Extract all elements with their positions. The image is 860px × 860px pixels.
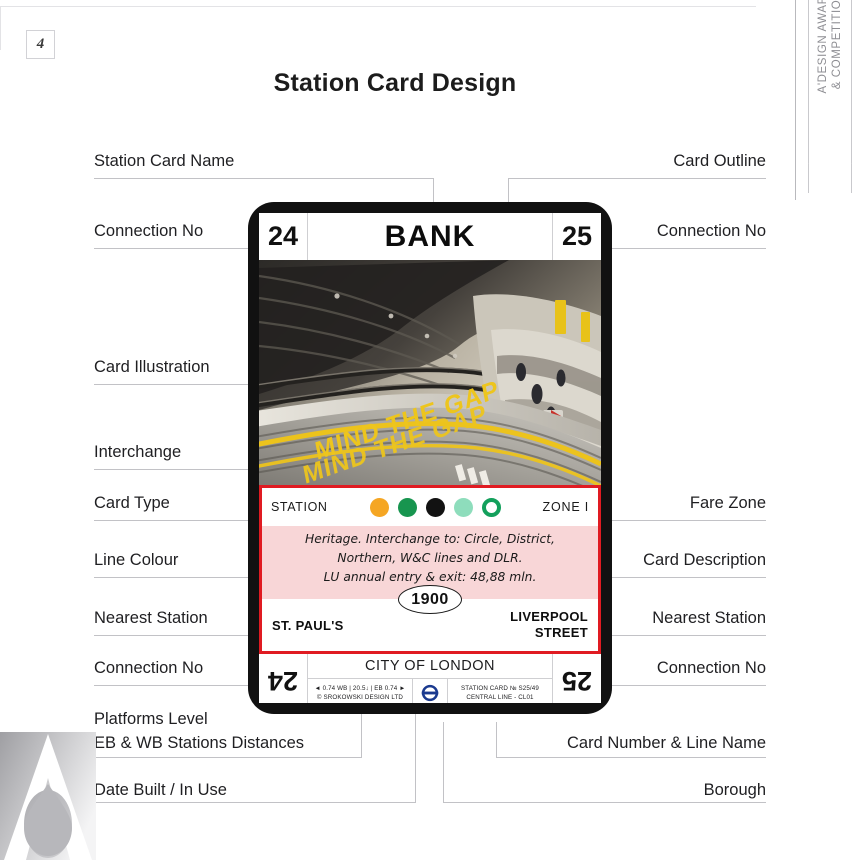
circle-line-dot	[369, 497, 389, 517]
waterloo-city-line-dot	[453, 497, 473, 517]
station-card[interactable]: 24 BANK 25 MIND THE GAP MIND THE GAP STA…	[248, 202, 612, 714]
annotation-connection-no-top-left: Connection No	[94, 222, 204, 240]
leader-eb-wb-distances	[94, 757, 362, 758]
annotation-fare-zone: Fare Zone	[689, 494, 766, 512]
card-number-line-cell: STATION CARD № S25/49 CENTRAL LINE - CL0…	[448, 684, 552, 702]
leader-connection-no-top-left	[94, 248, 270, 249]
annotation-connection-no-top-right: Connection No	[656, 222, 766, 240]
award-ribbon-line1: A'DESIGN AWARD	[817, 0, 829, 94]
award-ribbon-text: A'DESIGN AWARD & COMPETITION	[816, 0, 844, 93]
annotation-station-card-name: Station Card Name	[94, 152, 235, 170]
connection-no-bottom-right: 25	[552, 654, 601, 703]
card-description-line-1: Heritage. Interchange to: Circle, Distri…	[305, 532, 555, 546]
page-title: Station Card Design	[273, 69, 517, 97]
borough-label: CITY OF LONDON	[308, 654, 552, 679]
copyright-text: © SROKOWSKI DESIGN LTD	[316, 693, 404, 701]
annotation-card-number-line-name: Card Number & Line Name	[567, 734, 766, 752]
card-footer-fine-print: ◄ 0.74 WB | 20.5↓ | EB 0.74 ► © SROKOWSK…	[308, 679, 552, 703]
card-header: 24 BANK 25	[259, 213, 601, 260]
line-colour-dots	[328, 497, 543, 517]
date-built-badge: 1900	[398, 585, 462, 614]
card-illustration-image: MIND THE GAP MIND THE GAP	[259, 260, 601, 485]
page-left-rule	[0, 6, 1, 50]
leader-borough	[443, 802, 766, 803]
connection-no-bottom-right-value: 25	[561, 665, 593, 696]
leader-connection-no-bottom-left	[94, 685, 270, 686]
leader-fare-zone	[588, 520, 766, 521]
nearest-station-right-line1: LIVERPOOL	[510, 609, 588, 624]
card-description-text: Heritage. Interchange to: Circle, Distri…	[305, 530, 555, 587]
station-card-name: BANK	[384, 219, 476, 253]
leader-nearest-station-right	[594, 635, 766, 636]
card-nearest-stations-row: 1900 ST. PAUL'S LIVERPOOL STREET	[262, 585, 598, 651]
station-card-inner: 24 BANK 25 MIND THE GAP MIND THE GAP STA…	[259, 213, 601, 703]
district-line-dot	[397, 497, 417, 517]
card-footer: 24 CITY OF LONDON ◄ 0.74 WB | 20.5↓ | EB…	[259, 654, 601, 703]
card-info-top-row: STATION ZONE I	[262, 488, 598, 526]
leader-interchange	[94, 469, 270, 470]
platform-distances-text: ◄ 0.74 WB | 20.5↓ | EB 0.74 ►	[314, 684, 406, 692]
adesign-a-logo	[0, 732, 96, 860]
annotation-connection-no-bottom-left: Connection No	[94, 659, 204, 677]
leader-card-illustration	[94, 384, 270, 385]
card-type-label: STATION	[271, 500, 328, 514]
annotation-card-type: Card Type	[94, 494, 170, 512]
annotation-platforms-level: Platforms Level	[94, 710, 208, 728]
leader-card-number-line-name	[496, 757, 766, 758]
leader-v-card-number-line-name	[496, 722, 497, 758]
card-description-line-3: LU annual entry & exit: 48,88 mln.	[323, 570, 537, 584]
annotation-eb-wb-distances: EB & WB Stations Distances	[94, 734, 304, 752]
connection-no-bottom-left: 24	[259, 654, 308, 703]
connection-no-bottom-left-value: 24	[267, 665, 299, 696]
line-name-text: CENTRAL LINE - CL01	[466, 693, 534, 701]
leader-line-colour	[94, 577, 270, 578]
annotation-connection-no-bottom-right: Connection No	[656, 659, 766, 677]
card-info-block: STATION ZONE I Heritage. Interchange to:…	[259, 485, 601, 654]
leader-card-outline	[508, 178, 766, 179]
annotation-interchange: Interchange	[94, 443, 182, 461]
adesign-a-logo-glyph	[0, 732, 96, 860]
award-ribbon-notch	[808, 163, 852, 193]
tfl-roundel-glyph	[421, 684, 439, 701]
annotation-date-built: Date Built / In Use	[94, 781, 227, 799]
leader-date-built	[94, 802, 416, 803]
leader-v-borough	[443, 722, 444, 803]
northern-line-dot	[425, 497, 445, 517]
tfl-roundel-icon	[412, 679, 448, 703]
card-footer-center: CITY OF LONDON ◄ 0.74 WB | 20.5↓ | EB 0.…	[308, 654, 552, 703]
leader-connection-no-top-right	[600, 248, 766, 249]
nearest-station-right: LIVERPOOL STREET	[510, 609, 588, 641]
page-number: 4	[26, 30, 55, 59]
leader-v-eb-wb-distances	[361, 707, 362, 758]
distances-copyright-cell: ◄ 0.74 WB | 20.5↓ | EB 0.74 ► © SROKOWSK…	[308, 684, 412, 702]
fare-zone-label: ZONE I	[542, 500, 589, 514]
award-ribbon: A'DESIGN AWARD & COMPETITION	[808, 0, 852, 193]
annotation-nearest-station-left: Nearest Station	[94, 609, 208, 627]
annotation-card-description: Card Description	[643, 551, 766, 569]
annotation-line-colour: Line Colour	[94, 551, 179, 569]
leader-v-date-built	[415, 709, 416, 803]
award-ribbon-line2: & COMPETITION	[831, 0, 843, 90]
annotation-card-outline: Card Outline	[673, 152, 766, 170]
annotation-card-illustration: Card Illustration	[94, 358, 210, 376]
nearest-station-left: ST. PAUL'S	[272, 617, 344, 633]
connection-no-top-left: 24	[259, 213, 308, 260]
annotation-nearest-station-right: Nearest Station	[652, 609, 766, 627]
nearest-station-right-line2: STREET	[534, 625, 588, 640]
dlr-line-dot	[481, 497, 501, 517]
card-description-line-2: Northern, W&C lines and DLR.	[337, 551, 523, 565]
card-illustration: MIND THE GAP MIND THE GAP	[259, 260, 601, 485]
page-top-rule	[0, 6, 756, 7]
leader-connection-no-bottom-right	[600, 685, 766, 686]
annotation-borough: Borough	[703, 781, 766, 799]
card-number-text: STATION CARD № S25/49	[461, 684, 539, 692]
award-ribbon-text-wrap: A'DESIGN AWARD & COMPETITION	[755, 0, 860, 93]
connection-no-top-right: 25	[552, 213, 601, 260]
leader-station-card-name	[94, 178, 434, 179]
